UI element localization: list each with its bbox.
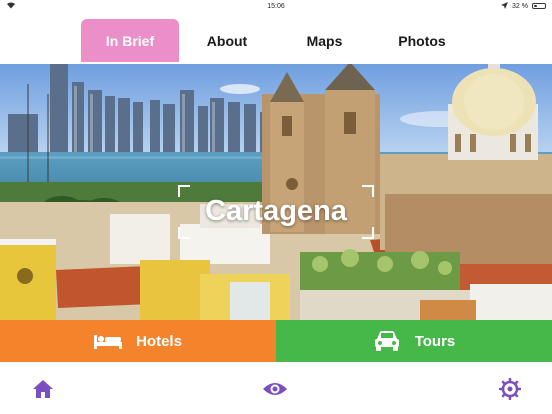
car-icon [373, 330, 401, 352]
tab-about[interactable]: About [187, 19, 267, 62]
tours-label: Tours [414, 332, 456, 350]
hotels-button[interactable]: Hotels [0, 320, 276, 362]
battery-fill [534, 5, 538, 7]
city-title: Cartagena [205, 195, 347, 227]
home-icon[interactable] [30, 376, 56, 402]
gear-icon[interactable] [497, 376, 523, 402]
tab-photos[interactable]: Photos [382, 19, 462, 62]
status-bar: 15:06 32 % [0, 0, 552, 12]
action-buttons: Hotels Tours [0, 320, 552, 362]
bed-icon [94, 333, 123, 349]
tab-in-brief[interactable]: In Brief [81, 19, 179, 62]
battery-icon [532, 3, 546, 9]
hero-image: Cartagena [0, 64, 552, 320]
tours-button[interactable]: Tours [276, 320, 552, 362]
hero-title-frame: Cartagena [178, 185, 374, 239]
frame-corner [178, 227, 190, 239]
tab-maps[interactable]: Maps [287, 19, 362, 62]
frame-corner [362, 227, 374, 239]
status-time: 15:06 [267, 2, 285, 10]
eye-icon[interactable] [262, 376, 288, 402]
app-screen: 15:06 32 % In Brief About Maps Photos Ca… [0, 0, 552, 414]
hotels-label: Hotels [136, 332, 182, 350]
bottom-nav [0, 362, 552, 414]
tab-bar: In Brief About Maps Photos [0, 12, 552, 64]
